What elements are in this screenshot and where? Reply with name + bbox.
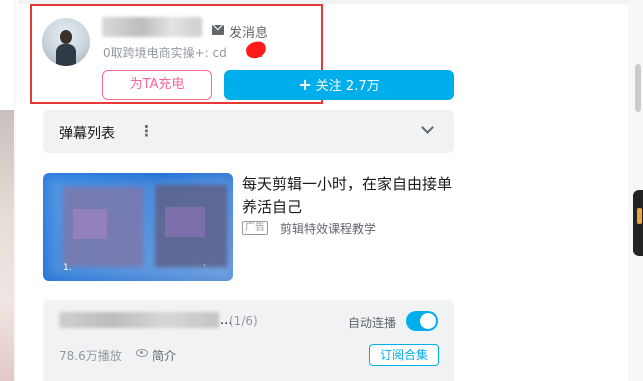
thumb-caption-right: · [203,261,206,271]
side-widget-icon [637,208,642,224]
ad-badge: 广告 [242,221,268,235]
play-count: 78.6万播放 [59,349,122,363]
avatar[interactable] [42,18,90,66]
more-options-icon[interactable]: ⋮ [139,122,154,140]
ad-title[interactable]: 每天剪辑一小时，在家自由接单养活自己 [242,173,456,219]
intro-link[interactable]: 简介 [152,347,176,364]
chevron-down-icon[interactable] [421,121,434,134]
ad-source[interactable]: 剪辑特效课程教学 [280,220,376,237]
charge-button[interactable]: 为TA充电 [102,70,212,100]
video-player-edge [0,110,14,381]
send-message-link[interactable]: 发消息 [229,22,268,41]
thumb-caption-left: 1. [63,263,72,273]
avatar-head [60,30,72,44]
series-episode-count: (1/6) [229,314,258,328]
follow-button[interactable]: + 关注 2.7万 [224,70,454,100]
series-card: ... (1/6) 自动连播 78.6万播放 简介 订阅合集 [43,300,454,381]
toggle-knob [420,313,436,329]
author-name-redacted[interactable] [102,17,202,37]
autoplay-toggle[interactable] [406,311,438,331]
autoplay-label: 自动连播 [348,316,397,330]
mail-icon [212,25,224,35]
author-description-text: 0取跨境电商实操+: cd [103,46,227,60]
scrollbar-thumb[interactable] [635,64,641,112]
danmaku-title: 弹幕列表 [59,126,115,142]
follow-label: 关注 2.7万 [315,79,380,94]
series-title-redacted[interactable] [59,312,219,328]
ad-thumbnail[interactable]: 1. · [43,173,233,281]
subscribe-series-button[interactable]: 订阅合集 [369,344,439,366]
avatar-body [56,44,76,66]
plus-icon: + [298,75,312,94]
danmaku-list-bar[interactable]: 弹幕列表 ⋮ [43,110,454,153]
eye-icon [136,349,148,357]
author-description: 0取跨境电商实操+: cd62 [103,44,264,61]
player-shadow [14,0,18,381]
